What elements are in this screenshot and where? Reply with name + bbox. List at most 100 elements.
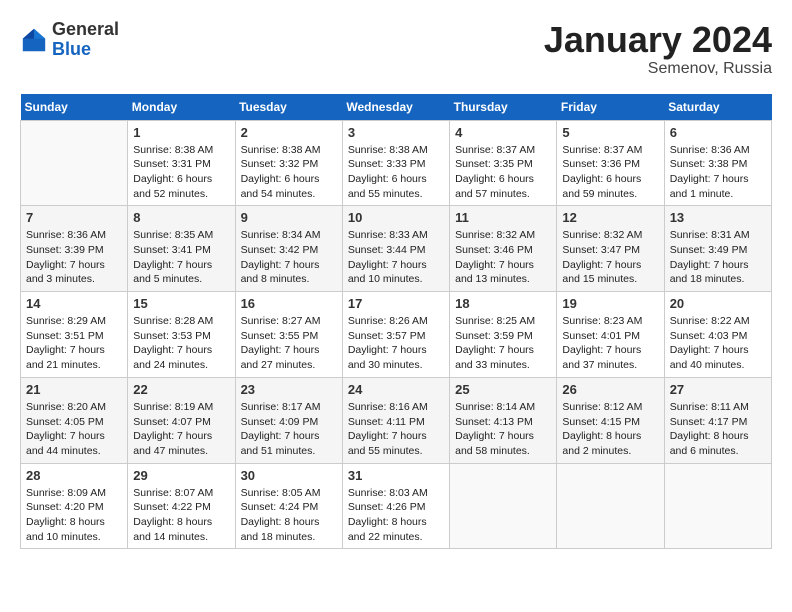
day-info: Sunrise: 8:33 AM Sunset: 3:44 PM Dayligh… (348, 228, 444, 287)
day-number: 15 (133, 296, 229, 311)
day-number: 11 (455, 210, 551, 225)
day-number: 24 (348, 382, 444, 397)
logo-blue: Blue (52, 39, 91, 59)
day-info: Sunrise: 8:31 AM Sunset: 3:49 PM Dayligh… (670, 228, 766, 287)
calendar-cell: 22 Sunrise: 8:19 AM Sunset: 4:07 PM Dayli… (128, 377, 235, 463)
header-tuesday: Tuesday (235, 94, 342, 121)
calendar-cell: 17 Sunrise: 8:26 AM Sunset: 3:57 PM Dayli… (342, 292, 449, 378)
location-subtitle: Semenov, Russia (544, 60, 772, 78)
day-info: Sunrise: 8:34 AM Sunset: 3:42 PM Dayligh… (241, 228, 337, 287)
calendar-cell: 9 Sunrise: 8:34 AM Sunset: 3:42 PM Daylig… (235, 206, 342, 292)
day-number: 19 (562, 296, 658, 311)
day-number: 28 (26, 468, 122, 483)
calendar-body: 1 Sunrise: 8:38 AM Sunset: 3:31 PM Daylig… (21, 120, 772, 549)
day-number: 10 (348, 210, 444, 225)
day-info: Sunrise: 8:38 AM Sunset: 3:33 PM Dayligh… (348, 143, 444, 202)
calendar-cell: 2 Sunrise: 8:38 AM Sunset: 3:32 PM Daylig… (235, 120, 342, 206)
day-number: 14 (26, 296, 122, 311)
calendar-cell: 14 Sunrise: 8:29 AM Sunset: 3:51 PM Dayli… (21, 292, 128, 378)
calendar-cell: 25 Sunrise: 8:14 AM Sunset: 4:13 PM Dayli… (450, 377, 557, 463)
day-info: Sunrise: 8:22 AM Sunset: 4:03 PM Dayligh… (670, 314, 766, 373)
day-info: Sunrise: 8:36 AM Sunset: 3:39 PM Dayligh… (26, 228, 122, 287)
day-number: 9 (241, 210, 337, 225)
day-number: 22 (133, 382, 229, 397)
header-monday: Monday (128, 94, 235, 121)
header-thursday: Thursday (450, 94, 557, 121)
logo: General Blue (20, 20, 119, 60)
calendar-cell: 6Sunrise: 8:36 AM Sunset: 3:38 PM Daylig… (664, 120, 771, 206)
calendar-cell: 8Sunrise: 8:35 AM Sunset: 3:41 PM Daylig… (128, 206, 235, 292)
calendar-header: Sunday Monday Tuesday Wednesday Thursday… (21, 94, 772, 121)
calendar-cell: 1 Sunrise: 8:38 AM Sunset: 3:31 PM Daylig… (128, 120, 235, 206)
day-info: Sunrise: 8:37 AM Sunset: 3:35 PM Dayligh… (455, 143, 551, 202)
day-info: Sunrise: 8:25 AM Sunset: 3:59 PM Dayligh… (455, 314, 551, 373)
day-info: Sunrise: 8:07 AM Sunset: 4:22 PM Dayligh… (133, 486, 229, 545)
day-number: 3 (348, 125, 444, 140)
day-number: 27 (670, 382, 766, 397)
logo-text: General Blue (52, 20, 119, 60)
calendar-week-row: 21Sunrise: 8:20 AM Sunset: 4:05 PM Dayli… (21, 377, 772, 463)
calendar-cell: 10 Sunrise: 8:33 AM Sunset: 3:44 PM Dayli… (342, 206, 449, 292)
header-friday: Friday (557, 94, 664, 121)
day-number: 1 (133, 125, 229, 140)
day-info: Sunrise: 8:28 AM Sunset: 3:53 PM Dayligh… (133, 314, 229, 373)
day-info: Sunrise: 8:37 AM Sunset: 3:36 PM Dayligh… (562, 143, 658, 202)
calendar-cell: 19 Sunrise: 8:23 AM Sunset: 4:01 PM Dayli… (557, 292, 664, 378)
day-info: Sunrise: 8:03 AM Sunset: 4:26 PM Dayligh… (348, 486, 444, 545)
page-header: General Blue January 2024 Semenov, Russi… (20, 20, 772, 78)
calendar-week-row: 14 Sunrise: 8:29 AM Sunset: 3:51 PM Dayli… (21, 292, 772, 378)
calendar-cell: 11 Sunrise: 8:32 AM Sunset: 3:46 PM Dayli… (450, 206, 557, 292)
day-info: Sunrise: 8:17 AM Sunset: 4:09 PM Dayligh… (241, 400, 337, 459)
day-number: 7 (26, 210, 122, 225)
day-info: Sunrise: 8:20 AM Sunset: 4:05 PM Dayligh… (26, 400, 122, 459)
day-info: Sunrise: 8:23 AM Sunset: 4:01 PM Dayligh… (562, 314, 658, 373)
calendar-cell: 7 Sunrise: 8:36 AM Sunset: 3:39 PM Daylig… (21, 206, 128, 292)
day-number: 25 (455, 382, 551, 397)
month-title: January 2024 (544, 20, 772, 60)
calendar-table: Sunday Monday Tuesday Wednesday Thursday… (20, 94, 772, 550)
calendar-cell: 18 Sunrise: 8:25 AM Sunset: 3:59 PM Dayli… (450, 292, 557, 378)
calendar-cell: 30Sunrise: 8:05 AM Sunset: 4:24 PM Dayli… (235, 463, 342, 549)
day-number: 16 (241, 296, 337, 311)
day-number: 18 (455, 296, 551, 311)
calendar-cell: 21Sunrise: 8:20 AM Sunset: 4:05 PM Dayli… (21, 377, 128, 463)
day-number: 30 (241, 468, 337, 483)
day-number: 26 (562, 382, 658, 397)
day-info: Sunrise: 8:32 AM Sunset: 3:47 PM Dayligh… (562, 228, 658, 287)
logo-general: General (52, 19, 119, 39)
day-info: Sunrise: 8:14 AM Sunset: 4:13 PM Dayligh… (455, 400, 551, 459)
header-sunday: Sunday (21, 94, 128, 121)
day-info: Sunrise: 8:12 AM Sunset: 4:15 PM Dayligh… (562, 400, 658, 459)
day-info: Sunrise: 8:36 AM Sunset: 3:38 PM Dayligh… (670, 143, 766, 202)
title-block: January 2024 Semenov, Russia (544, 20, 772, 78)
calendar-cell: 31Sunrise: 8:03 AM Sunset: 4:26 PM Dayli… (342, 463, 449, 549)
day-number: 2 (241, 125, 337, 140)
calendar-week-row: 1 Sunrise: 8:38 AM Sunset: 3:31 PM Daylig… (21, 120, 772, 206)
day-number: 17 (348, 296, 444, 311)
calendar-week-row: 7 Sunrise: 8:36 AM Sunset: 3:39 PM Daylig… (21, 206, 772, 292)
day-info: Sunrise: 8:32 AM Sunset: 3:46 PM Dayligh… (455, 228, 551, 287)
day-info: Sunrise: 8:16 AM Sunset: 4:11 PM Dayligh… (348, 400, 444, 459)
day-info: Sunrise: 8:09 AM Sunset: 4:20 PM Dayligh… (26, 486, 122, 545)
calendar-cell: 28 Sunrise: 8:09 AM Sunset: 4:20 PM Dayli… (21, 463, 128, 549)
calendar-cell: 20Sunrise: 8:22 AM Sunset: 4:03 PM Dayli… (664, 292, 771, 378)
day-info: Sunrise: 8:38 AM Sunset: 3:32 PM Dayligh… (241, 143, 337, 202)
day-info: Sunrise: 8:29 AM Sunset: 3:51 PM Dayligh… (26, 314, 122, 373)
day-number: 23 (241, 382, 337, 397)
calendar-cell: 29Sunrise: 8:07 AM Sunset: 4:22 PM Dayli… (128, 463, 235, 549)
calendar-cell: 23 Sunrise: 8:17 AM Sunset: 4:09 PM Dayli… (235, 377, 342, 463)
day-info: Sunrise: 8:19 AM Sunset: 4:07 PM Dayligh… (133, 400, 229, 459)
header-saturday: Saturday (664, 94, 771, 121)
calendar-week-row: 28 Sunrise: 8:09 AM Sunset: 4:20 PM Dayli… (21, 463, 772, 549)
calendar-cell: 15 Sunrise: 8:28 AM Sunset: 3:53 PM Dayli… (128, 292, 235, 378)
day-info: Sunrise: 8:26 AM Sunset: 3:57 PM Dayligh… (348, 314, 444, 373)
day-info: Sunrise: 8:35 AM Sunset: 3:41 PM Dayligh… (133, 228, 229, 287)
day-number: 5 (562, 125, 658, 140)
calendar-cell (21, 120, 128, 206)
calendar-cell: 26 Sunrise: 8:12 AM Sunset: 4:15 PM Dayli… (557, 377, 664, 463)
day-info: Sunrise: 8:38 AM Sunset: 3:31 PM Dayligh… (133, 143, 229, 202)
calendar-cell: 4Sunrise: 8:37 AM Sunset: 3:35 PM Daylig… (450, 120, 557, 206)
calendar-cell (664, 463, 771, 549)
day-info: Sunrise: 8:11 AM Sunset: 4:17 PM Dayligh… (670, 400, 766, 459)
calendar-cell: 12Sunrise: 8:32 AM Sunset: 3:47 PM Dayli… (557, 206, 664, 292)
